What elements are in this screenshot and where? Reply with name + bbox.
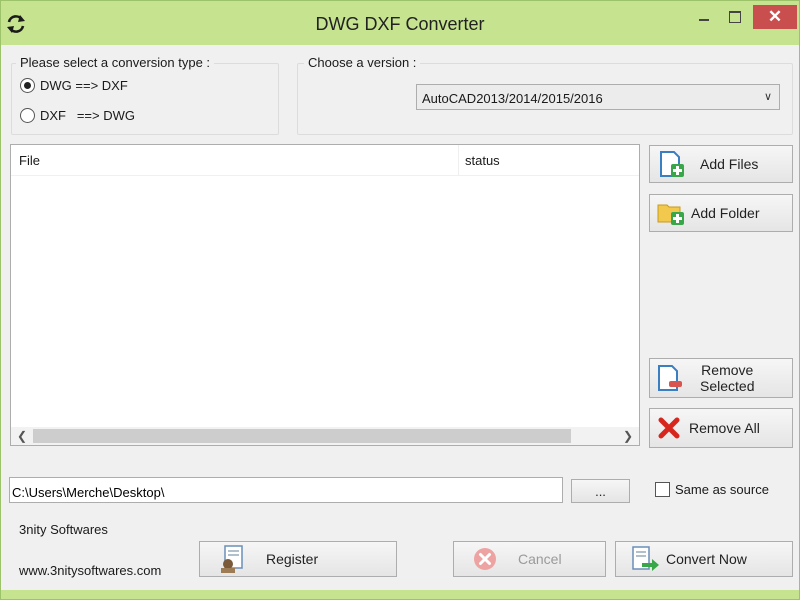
scrollbar-thumb[interactable] (33, 429, 571, 443)
same-as-source-label: Same as source (675, 482, 769, 497)
website-link[interactable]: www.3nitysoftwares.com (19, 563, 161, 578)
radio-dwg-to-dxf[interactable]: DWG ==> DXF (20, 78, 128, 93)
maximize-button[interactable] (721, 7, 747, 27)
scroll-right-icon[interactable]: ❯ (619, 428, 637, 444)
version-select-value: AutoCAD2013/2014/2015/2016 (422, 91, 603, 106)
add-folder-label: Add Folder (691, 205, 760, 221)
convert-now-button[interactable]: Convert Now (615, 541, 793, 577)
scroll-left-icon[interactable]: ❮ (13, 428, 31, 444)
register-label: Register (266, 551, 319, 567)
horizontal-scrollbar[interactable]: ❮ ❯ (11, 427, 639, 445)
version-group: Choose a version : AutoCAD2013/2014/2015… (297, 55, 793, 135)
conversion-type-label: Please select a conversion type : (16, 55, 215, 70)
brand-name: 3nity Softwares (19, 522, 108, 537)
title-bar: DWG DXF Converter ✕ (1, 1, 799, 45)
convert-arrow-icon (632, 546, 659, 571)
file-add-icon (660, 151, 684, 177)
app-window: DWG DXF Converter ✕ Please select a conv… (0, 0, 800, 600)
add-files-button[interactable]: Add Files (649, 145, 793, 183)
cancel-label: Cancel (518, 551, 562, 567)
radio-button[interactable] (20, 108, 35, 123)
radio-button-checked[interactable] (20, 78, 35, 93)
certificate-icon (221, 545, 243, 573)
browse-button[interactable]: ... (571, 479, 630, 503)
radio-dxf-to-dwg-label: DXF ==> DWG (40, 108, 135, 123)
add-files-label: Add Files (700, 156, 759, 172)
cancel-button[interactable]: Cancel (453, 541, 606, 577)
same-as-source-checkbox[interactable] (655, 482, 670, 497)
register-button[interactable]: Register (199, 541, 397, 577)
window-title: DWG DXF Converter (315, 14, 485, 34)
window-bottom-border (1, 590, 799, 599)
column-header-file[interactable]: File (11, 145, 459, 176)
remove-all-label: Remove All (689, 420, 760, 436)
file-remove-icon (658, 365, 682, 391)
conversion-type-group: Please select a conversion type : DWG ==… (11, 55, 279, 135)
cancel-circle-icon (474, 548, 496, 570)
version-label: Choose a version : (304, 55, 421, 70)
same-as-source-option[interactable]: Same as source (655, 482, 769, 497)
chevron-down-icon: ∨ (763, 91, 772, 103)
folder-add-icon (657, 204, 684, 225)
remove-selected-label: Remove Selected (700, 362, 754, 394)
remove-selected-label-line1: Remove (701, 362, 754, 378)
output-path-input[interactable] (9, 477, 563, 503)
minimize-button[interactable] (691, 7, 717, 27)
remove-selected-button[interactable]: Remove Selected (649, 358, 793, 398)
remove-selected-label-line2: Selected (700, 378, 755, 394)
file-list[interactable]: File status ❮ ❯ (10, 144, 640, 446)
remove-all-button[interactable]: Remove All (649, 408, 793, 448)
version-select[interactable]: AutoCAD2013/2014/2015/2016 ∨ (416, 84, 780, 110)
column-header-status[interactable]: status (459, 145, 639, 176)
radio-dxf-to-dwg[interactable]: DXF ==> DWG (20, 108, 135, 123)
add-folder-button[interactable]: Add Folder (649, 194, 793, 232)
radio-dwg-to-dxf-label: DWG ==> DXF (40, 78, 128, 93)
convert-now-label: Convert Now (666, 551, 747, 567)
close-button[interactable]: ✕ (753, 5, 797, 29)
red-x-icon (658, 417, 680, 439)
